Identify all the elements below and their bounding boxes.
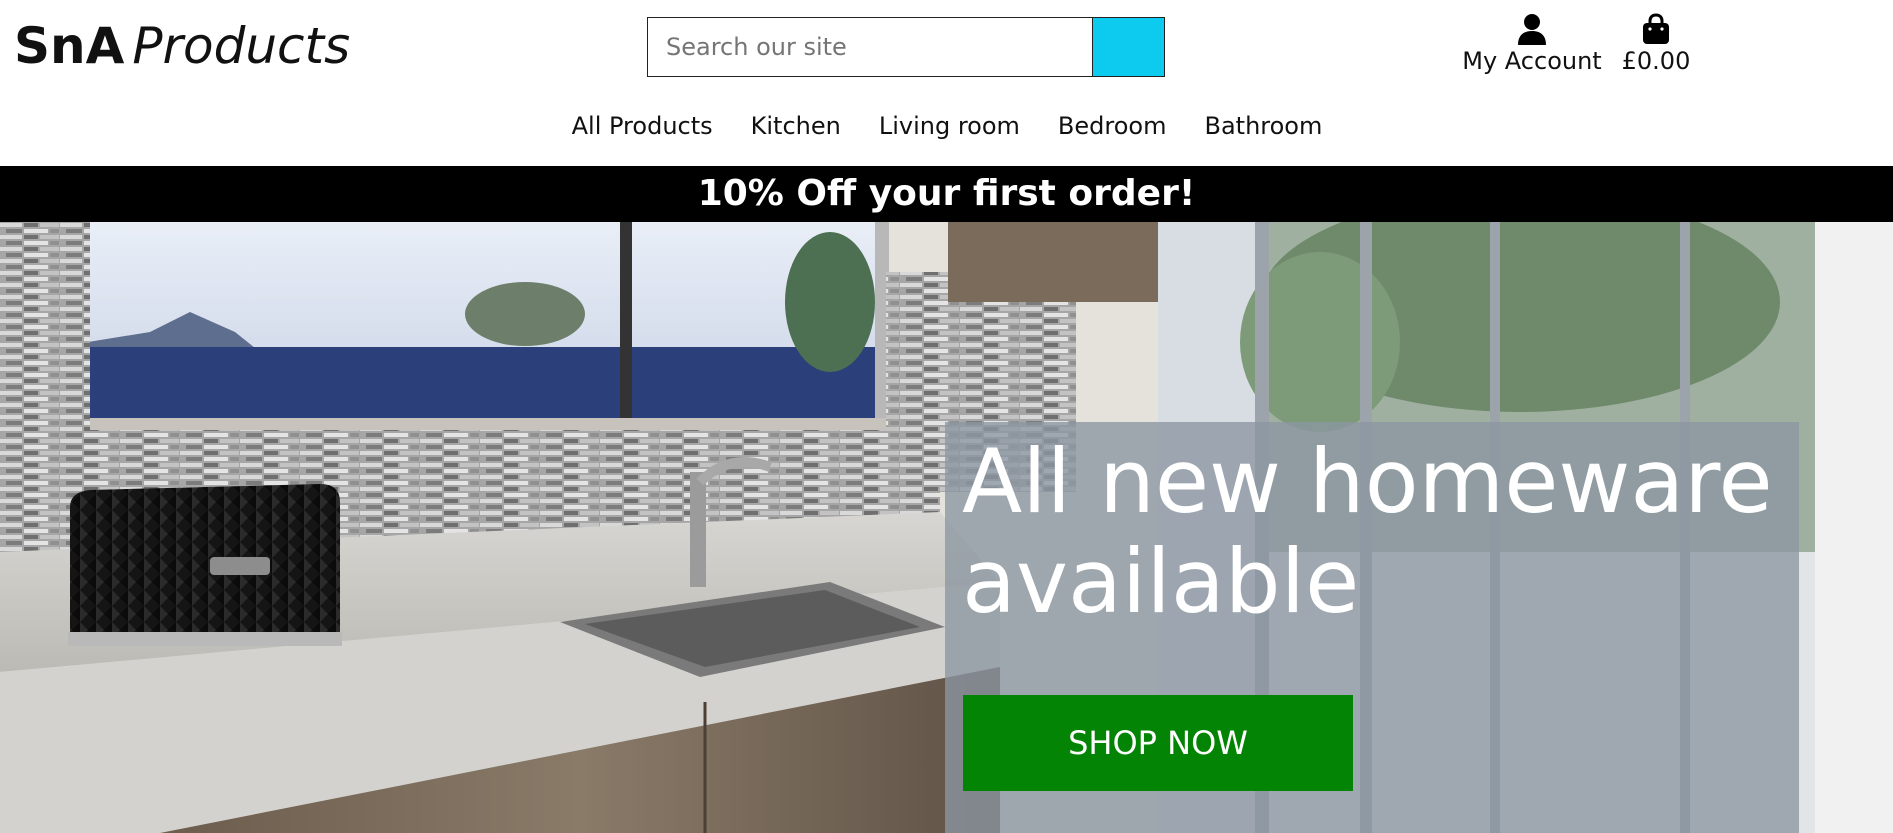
brand-name-bold: SnA [14, 17, 125, 75]
brand-logo[interactable]: SnA Products [14, 14, 350, 78]
nav-item-bedroom[interactable]: Bedroom [1058, 108, 1167, 144]
search-input[interactable] [647, 17, 1093, 77]
my-account-label: My Account [1462, 47, 1602, 75]
nav-item-living-room[interactable]: Living room [879, 108, 1020, 144]
hero-title: All new homeware available [962, 430, 1773, 633]
hero-section: All new homeware available SHOP NOW [0, 222, 1893, 833]
promo-banner: 10% Off your first order! [0, 166, 1893, 222]
nav-item-bathroom[interactable]: Bathroom [1204, 108, 1322, 144]
search-form [647, 17, 1165, 77]
my-account-link[interactable]: My Account [1457, 12, 1607, 76]
nav-item-kitchen[interactable]: Kitchen [751, 108, 841, 144]
brand-name-italic: Products [132, 17, 351, 75]
bag-total: £0.00 [1621, 47, 1691, 75]
search-button[interactable] [1092, 17, 1165, 77]
site-header: SnAProducts My Account £0.00 All Product… [0, 0, 1893, 166]
shopping-bag-link[interactable]: £0.00 [1618, 12, 1694, 76]
user-icon [1518, 14, 1546, 45]
shopping-bag-icon [1643, 13, 1669, 44]
shop-now-button[interactable]: SHOP NOW [963, 695, 1353, 791]
main-nav: All Products Kitchen Living room Bedroom… [0, 108, 1893, 144]
nav-item-all-products[interactable]: All Products [572, 108, 713, 144]
